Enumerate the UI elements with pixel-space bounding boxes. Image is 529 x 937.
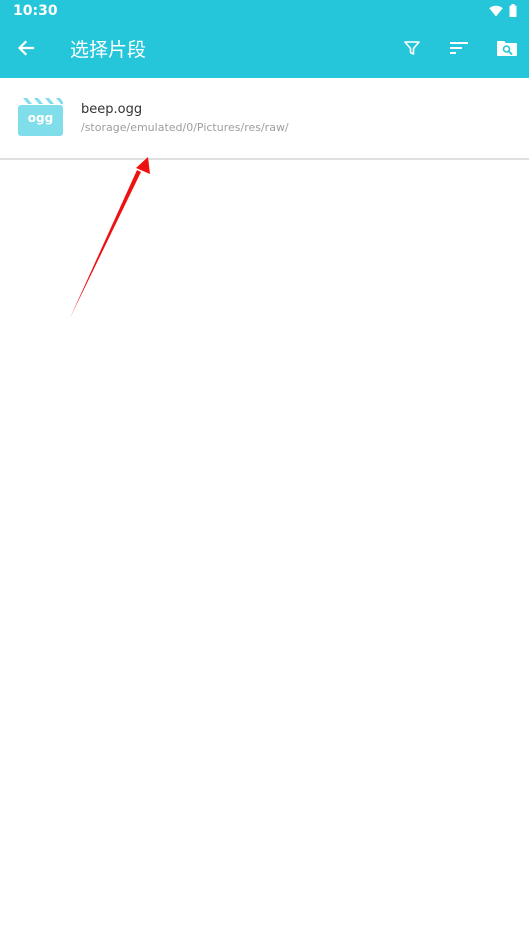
sort-icon <box>449 40 469 60</box>
status-time: 10:30 <box>13 3 58 19</box>
folder-search-icon <box>496 39 518 61</box>
screen: 10:30 选择片段 ogg beep.ogg /storage/emulate… <box>0 0 529 937</box>
divider <box>0 158 529 160</box>
file-path: /storage/emulated/0/Pictures/res/raw/ <box>81 121 289 134</box>
status-icons <box>489 3 517 19</box>
filter-button[interactable] <box>398 36 426 64</box>
list-item[interactable]: ogg beep.ogg /storage/emulated/0/Picture… <box>0 78 529 159</box>
app-bar: 选择片段 <box>0 22 529 78</box>
folder-search-button[interactable] <box>493 36 521 64</box>
status-bar: 10:30 <box>0 0 529 22</box>
file-name: beep.ogg <box>81 102 143 117</box>
arrow-left-icon <box>16 38 36 62</box>
filter-icon <box>403 39 421 61</box>
page-title: 选择片段 <box>70 39 147 61</box>
battery-icon <box>509 2 517 21</box>
audio-file-icon: ogg <box>18 98 63 136</box>
sort-button[interactable] <box>445 36 473 64</box>
file-type-label: ogg <box>27 111 54 125</box>
back-button[interactable] <box>12 36 40 64</box>
wifi-icon <box>489 2 503 21</box>
